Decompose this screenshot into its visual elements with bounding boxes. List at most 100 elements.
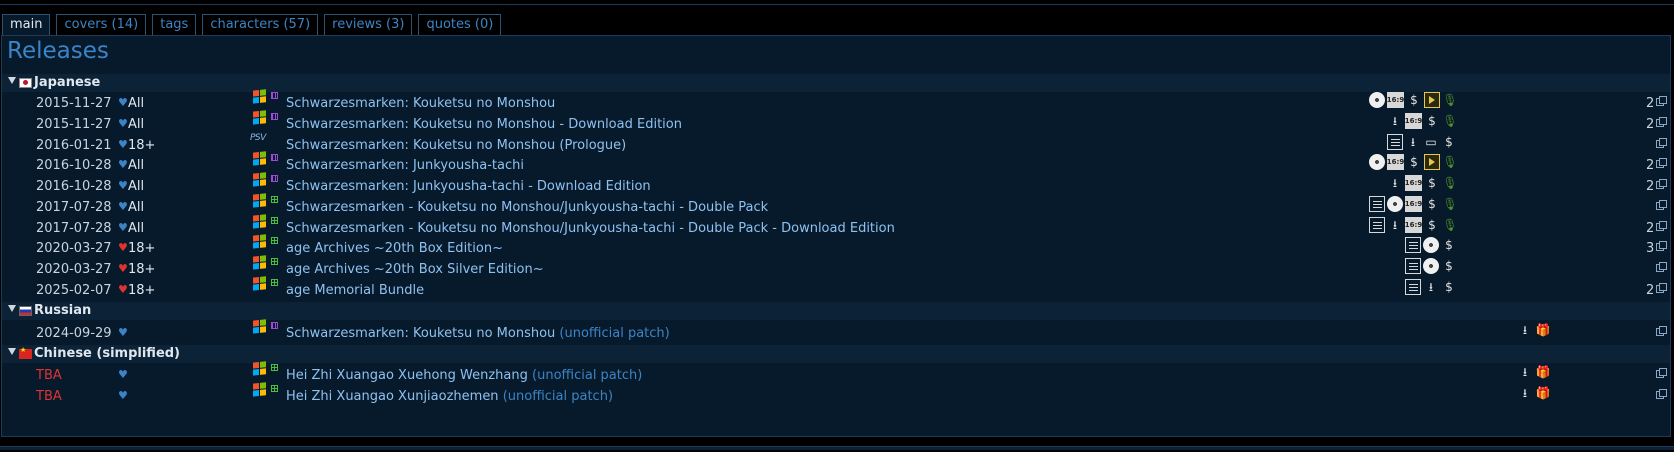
heart-icon: ♥	[118, 179, 128, 192]
heart-icon: ♥	[118, 158, 128, 171]
release-title[interactable]: Schwarzesmarken: Kouketsu no Monshou - D…	[286, 117, 682, 132]
top-border	[0, 4, 1674, 5]
download-icon: ⭳	[1428, 280, 1434, 294]
age-rating: 18+	[128, 283, 156, 298]
external-link-icon[interactable]	[1656, 221, 1667, 231]
external-link-icon[interactable]	[1656, 368, 1667, 378]
release-icons: ⭳ 16:9 $ 🎙	[1387, 113, 1458, 131]
release-date: 2016-01-21	[36, 138, 112, 153]
tab-characters[interactable]: characters (57)	[202, 14, 319, 35]
release-title[interactable]: Schwarzesmarken: Kouketsu no Monshou (Pr…	[286, 138, 626, 153]
external-link-icon[interactable]	[1656, 326, 1667, 336]
windows-icon	[252, 360, 266, 376]
external-link-icon[interactable]	[1656, 200, 1667, 210]
release-count: 3	[1646, 241, 1655, 256]
release-title[interactable]: age Memorial Bundle	[286, 283, 424, 298]
disc-icon	[1423, 258, 1439, 274]
heart-icon: ♥	[118, 117, 128, 130]
release-title[interactable]: Hei Zhi Xuangao Xuehong Wenzhang (unoffi…	[286, 368, 642, 383]
monitor-icon: ▭	[1425, 135, 1437, 149]
ru-flag-icon	[19, 306, 32, 316]
windows-icon	[252, 88, 266, 104]
release-date: 2015-11-27	[36, 96, 112, 111]
release-title[interactable]: Schwarzesmarken: Junkyousha-tachi - Down…	[286, 179, 651, 194]
release-icons: $	[1405, 258, 1457, 276]
tab-covers[interactable]: covers (14)	[56, 14, 147, 35]
collapse-triangle-icon[interactable]	[8, 348, 16, 355]
group-label: Russian	[34, 303, 92, 318]
disc-icon	[1369, 154, 1385, 170]
tab-main[interactable]: main	[2, 14, 51, 36]
release-icons: ⭳ 16:9 $ 🎙	[1387, 175, 1458, 193]
release-title[interactable]: Schwarzesmarken - Kouketsu no Monshou/Ju…	[286, 221, 895, 236]
aspect-16-9-icon: 16:9	[1387, 154, 1404, 170]
windows-icon	[252, 254, 266, 270]
title-text[interactable]: Schwarzesmarken: Kouketsu no Monshou	[286, 326, 555, 341]
external-link-icon[interactable]	[1656, 389, 1667, 399]
age-rating: All	[128, 200, 145, 215]
patch-note: (unofficial patch)	[502, 389, 614, 404]
release-title[interactable]: Schwarzesmarken - Kouketsu no Monshou/Ju…	[286, 200, 768, 215]
money-icon: $	[1445, 259, 1453, 273]
group-chinese[interactable]: Chinese (simplified)	[2, 345, 1670, 363]
download-icon: ⭳	[1410, 135, 1416, 149]
tab-bar: main covers (14) tags characters (57) re…	[2, 14, 502, 36]
external-link-icon[interactable]	[1656, 179, 1667, 189]
heart-icon: ♥	[118, 283, 128, 296]
windows-icon	[252, 233, 266, 249]
release-title[interactable]: Schwarzesmarken: Kouketsu no Monshou	[286, 96, 555, 111]
gift-icon: 🎁	[1535, 365, 1551, 379]
release-title[interactable]: Schwarzesmarken: Junkyousha-tachi	[286, 158, 524, 173]
aspect-16-9-icon: 16:9	[1405, 175, 1422, 191]
status-icon	[271, 196, 278, 203]
title-text[interactable]: Hei Zhi Xuangao Xuehong Wenzhang	[286, 368, 528, 383]
releases-heading: Releases	[7, 38, 109, 64]
release-count: 2	[1646, 96, 1655, 111]
release-title[interactable]: age Archives ~20th Box Edition~	[286, 241, 503, 256]
release-date: 2025-02-07	[36, 283, 112, 298]
age-rating: 18+	[128, 262, 156, 277]
external-link-icon[interactable]	[1656, 283, 1667, 293]
release-date: 2016-10-28	[36, 179, 112, 194]
status-icon	[271, 279, 278, 286]
external-link-icon[interactable]	[1656, 158, 1667, 168]
releases-panel: Releases Japanese 2015-11-27 ♥ All Schwa…	[1, 35, 1671, 437]
download-icon: ⭳	[1392, 176, 1398, 190]
external-link-icon[interactable]	[1656, 262, 1667, 272]
release-date: 2020-03-27	[36, 241, 112, 256]
release-row: TBA ♥ Hei Zhi Xuangao Xunjiaozhemen (uno…	[2, 381, 1670, 407]
video-icon	[1424, 154, 1440, 170]
tab-tags[interactable]: tags	[152, 14, 197, 35]
document-icon	[1405, 279, 1421, 295]
release-title[interactable]: Hei Zhi Xuangao Xunjiaozhemen (unofficia…	[286, 389, 613, 404]
status-icon	[271, 385, 278, 392]
tab-reviews[interactable]: reviews (3)	[324, 14, 413, 35]
group-russian[interactable]: Russian	[2, 302, 1670, 320]
status-icon	[271, 154, 278, 161]
release-date: TBA	[36, 389, 62, 404]
heart-icon: ♥	[118, 326, 128, 339]
document-icon	[1405, 258, 1421, 274]
external-link-icon[interactable]	[1656, 117, 1667, 127]
release-title[interactable]: age Archives ~20th Box Silver Edition~	[286, 262, 544, 277]
title-text[interactable]: Hei Zhi Xuangao Xunjiaozhemen	[286, 389, 499, 404]
collapse-triangle-icon[interactable]	[8, 77, 16, 84]
release-row: 2024-09-29 ♥ Schwarzesmarken: Kouketsu n…	[2, 318, 1670, 344]
external-link-icon[interactable]	[1656, 241, 1667, 251]
external-link-icon[interactable]	[1656, 96, 1667, 106]
release-count: 2	[1646, 283, 1655, 298]
release-count: 2	[1646, 179, 1655, 194]
patch-note: (unofficial patch)	[559, 326, 670, 341]
heart-icon: ♥	[118, 389, 128, 402]
external-link-icon[interactable]	[1656, 138, 1667, 148]
release-date: 2017-07-28	[36, 200, 112, 215]
release-title[interactable]: Schwarzesmarken: Kouketsu no Monshou (un…	[286, 326, 670, 341]
money-icon: $	[1428, 218, 1436, 232]
tab-quotes[interactable]: quotes (0)	[418, 14, 502, 35]
status-icon	[271, 322, 278, 329]
windows-icon	[252, 318, 266, 334]
release-icons: ⭳ 16:9 $ 🎙	[1369, 217, 1458, 235]
heart-icon: ♥	[118, 96, 128, 109]
release-icons: ⭳ 🎁	[1517, 322, 1551, 340]
collapse-triangle-icon[interactable]	[8, 305, 16, 312]
